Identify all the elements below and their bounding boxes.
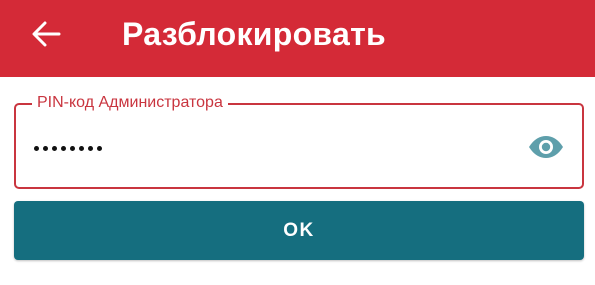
pin-dot [70,145,75,151]
pin-dot [52,145,57,151]
arrow-left-icon [32,21,61,47]
pin-field[interactable]: PIN-код Администратора [14,93,584,189]
pin-dot [61,145,66,151]
pin-dot [43,145,48,151]
eye-icon [529,136,563,158]
pin-dot [34,145,39,151]
pin-input[interactable] [34,136,106,160]
ok-button[interactable]: OK [14,201,584,260]
pin-dot [79,145,84,151]
pin-field-label: PIN-код Администратора [32,93,228,113]
app-bar: Разблокировать [0,0,595,77]
toggle-visibility-button[interactable] [524,127,568,167]
back-button[interactable] [22,14,70,54]
pin-dot [97,145,102,151]
page-title: Разблокировать [122,16,387,52]
pin-dot [88,145,93,151]
